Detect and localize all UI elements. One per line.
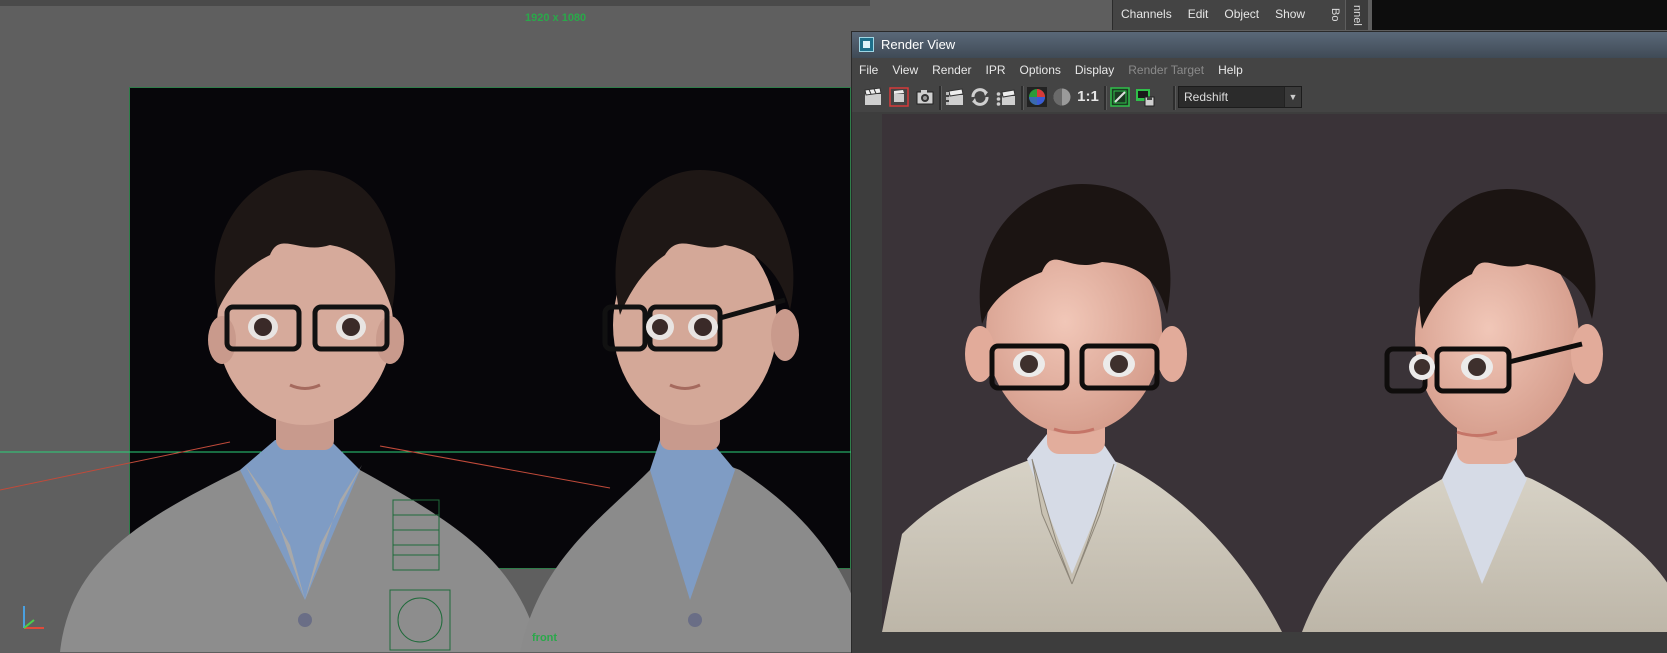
- render-sequence-icon[interactable]: [995, 86, 1017, 108]
- rendered-image[interactable]: [882, 114, 1667, 632]
- channel-menu-channels[interactable]: Channels: [1113, 7, 1180, 21]
- rendered-character-front: [882, 184, 1282, 632]
- menu-render[interactable]: Render: [925, 63, 978, 77]
- renderer-dropdown-value: Redshift: [1184, 90, 1229, 104]
- render-view-window[interactable]: Render View File View Render IPR Options…: [851, 31, 1667, 653]
- menu-display[interactable]: Display: [1068, 63, 1121, 77]
- render-view-toolbar: 1:1 Redshift ▼: [852, 82, 1667, 112]
- channel-menu-show[interactable]: Show: [1267, 7, 1313, 21]
- channel-box-side-tab[interactable]: nnel Bo: [1329, 0, 1368, 30]
- channel-menu-edit[interactable]: Edit: [1180, 7, 1217, 21]
- background-desktop: [1372, 0, 1667, 30]
- toolbar-separator: [1173, 86, 1176, 110]
- snapshot-icon[interactable]: [914, 86, 936, 108]
- alpha-channel-icon[interactable]: [1051, 86, 1073, 108]
- clapboard-icon[interactable]: [862, 86, 884, 108]
- render-view-statusbar: [852, 632, 1667, 653]
- menu-file[interactable]: File: [852, 63, 885, 77]
- render-view-app-icon: [859, 37, 874, 52]
- refresh-icon[interactable]: [969, 86, 991, 108]
- viewport-panel[interactable]: 1920 x 1080 front: [0, 0, 870, 652]
- channel-box[interactable]: Channels Edit Object Show: [1112, 0, 1345, 30]
- axis-gizmo-icon: [23, 606, 44, 629]
- menu-help[interactable]: Help: [1211, 63, 1250, 77]
- toggle-keep-icon[interactable]: [1109, 86, 1131, 108]
- render-view-titlebar[interactable]: Render View: [852, 32, 1667, 58]
- viewport-scene[interactable]: [0, 0, 870, 652]
- character-front-model: [60, 170, 540, 652]
- rgb-channel-icon[interactable]: [1026, 86, 1048, 108]
- chevron-down-icon: ▼: [1284, 87, 1301, 107]
- toolbar-separator: [939, 86, 942, 110]
- toolbar-separator: [1104, 86, 1107, 110]
- menu-options[interactable]: Options: [1013, 63, 1068, 77]
- ipr-render-icon[interactable]: [944, 86, 966, 108]
- menu-view[interactable]: View: [885, 63, 925, 77]
- camera-name-label: front: [532, 632, 558, 644]
- menu-ipr[interactable]: IPR: [979, 63, 1013, 77]
- channel-box-menubar: Channels Edit Object Show: [1113, 0, 1313, 28]
- rendered-image-content: [882, 184, 1667, 632]
- rendered-character-side: [1302, 189, 1667, 632]
- render-view-menubar: File View Render IPR Options Display Ren…: [852, 58, 1667, 82]
- toolbar-separator: [1021, 86, 1024, 110]
- render-region-icon[interactable]: [888, 86, 910, 108]
- save-image-icon[interactable]: [1134, 86, 1156, 108]
- channel-menu-object[interactable]: Object: [1216, 7, 1267, 21]
- real-size-button[interactable]: 1:1: [1075, 86, 1101, 108]
- renderer-dropdown[interactable]: Redshift ▼: [1178, 86, 1302, 108]
- render-view-title: Render View: [881, 37, 956, 52]
- menu-render-target: Render Target: [1128, 63, 1205, 77]
- character-side-model: [520, 170, 870, 652]
